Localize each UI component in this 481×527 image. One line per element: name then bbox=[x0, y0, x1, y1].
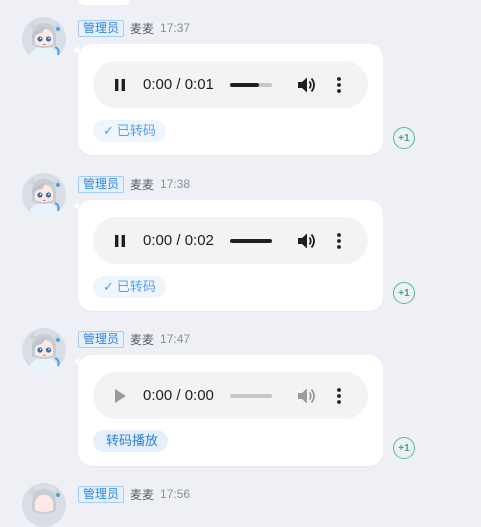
message-meta: 管理员 麦麦 17:47 bbox=[78, 330, 190, 348]
volume-icon[interactable] bbox=[296, 385, 318, 407]
bubble-tail bbox=[73, 357, 79, 365]
transcode-play-label: 转码播放 bbox=[106, 433, 159, 448]
audio-player: 0:00 / 0:02 bbox=[93, 217, 368, 264]
plus-one-button[interactable]: +1 bbox=[393, 437, 415, 459]
plus-one-button[interactable]: +1 bbox=[393, 127, 415, 149]
plus-one-button[interactable]: +1 bbox=[393, 282, 415, 304]
message-meta: 管理员 麦麦 17:38 bbox=[78, 175, 190, 193]
anime-avatar-icon[interactable] bbox=[22, 17, 66, 61]
more-vertical-icon[interactable] bbox=[331, 74, 347, 96]
role-badge: 管理员 bbox=[78, 19, 125, 37]
pause-icon[interactable] bbox=[109, 74, 131, 96]
anime-avatar-icon[interactable] bbox=[22, 173, 66, 217]
audio-time: 0:00 / 0:00 bbox=[143, 387, 214, 404]
role-badge: 管理员 bbox=[78, 175, 125, 193]
audio-player: 0:00 / 0:01 bbox=[93, 61, 368, 108]
message-time: 17:47 bbox=[160, 332, 191, 346]
check-icon: ✓ bbox=[103, 123, 114, 138]
audio-progress-fill bbox=[230, 83, 260, 87]
sender-name[interactable]: 麦麦 bbox=[130, 331, 154, 348]
volume-icon[interactable] bbox=[296, 230, 318, 252]
bubble-tail bbox=[73, 202, 79, 210]
message-bubble: 0:00 / 0:02 ✓ 已转码 bbox=[73, 200, 383, 311]
pause-icon[interactable] bbox=[109, 230, 131, 252]
message-meta: 管理员 麦麦 17:56 bbox=[78, 485, 190, 503]
more-vertical-icon[interactable] bbox=[331, 385, 347, 407]
audio-progress-slider[interactable] bbox=[230, 394, 272, 398]
anime-avatar-icon[interactable] bbox=[22, 328, 66, 372]
sender-name[interactable]: 麦麦 bbox=[130, 176, 154, 193]
audio-progress-slider[interactable] bbox=[230, 239, 272, 243]
transcode-play-button[interactable]: 转码播放 bbox=[93, 430, 169, 452]
play-icon[interactable] bbox=[109, 385, 131, 407]
audio-progress-slider[interactable] bbox=[230, 83, 272, 87]
previous-bubble-edge bbox=[78, 0, 131, 5]
sender-name[interactable]: 麦麦 bbox=[130, 20, 154, 37]
check-icon: ✓ bbox=[103, 279, 114, 294]
volume-icon[interactable] bbox=[296, 74, 318, 96]
message-bubble: 0:00 / 0:00 转码播放 bbox=[73, 355, 383, 466]
transcode-status-label: 已转码 bbox=[116, 123, 156, 138]
audio-time: 0:00 / 0:01 bbox=[143, 76, 214, 93]
transcode-status-tag: ✓ 已转码 bbox=[93, 120, 166, 142]
audio-player: 0:00 / 0:00 bbox=[93, 372, 368, 419]
anime-avatar-icon[interactable] bbox=[22, 483, 66, 527]
message-bubble: 0:00 / 0:01 ✓ 已转码 bbox=[73, 44, 383, 155]
bubble-tail bbox=[73, 46, 79, 54]
message-time: 17:38 bbox=[160, 177, 191, 191]
message-time: 17:37 bbox=[160, 21, 191, 35]
transcode-status-tag: ✓ 已转码 bbox=[93, 276, 166, 298]
transcode-status-label: 已转码 bbox=[116, 279, 156, 294]
audio-time: 0:00 / 0:02 bbox=[143, 232, 214, 249]
role-badge: 管理员 bbox=[78, 330, 125, 348]
more-vertical-icon[interactable] bbox=[331, 230, 347, 252]
message-meta: 管理员 麦麦 17:37 bbox=[78, 19, 190, 37]
message-time: 17:56 bbox=[160, 487, 191, 501]
